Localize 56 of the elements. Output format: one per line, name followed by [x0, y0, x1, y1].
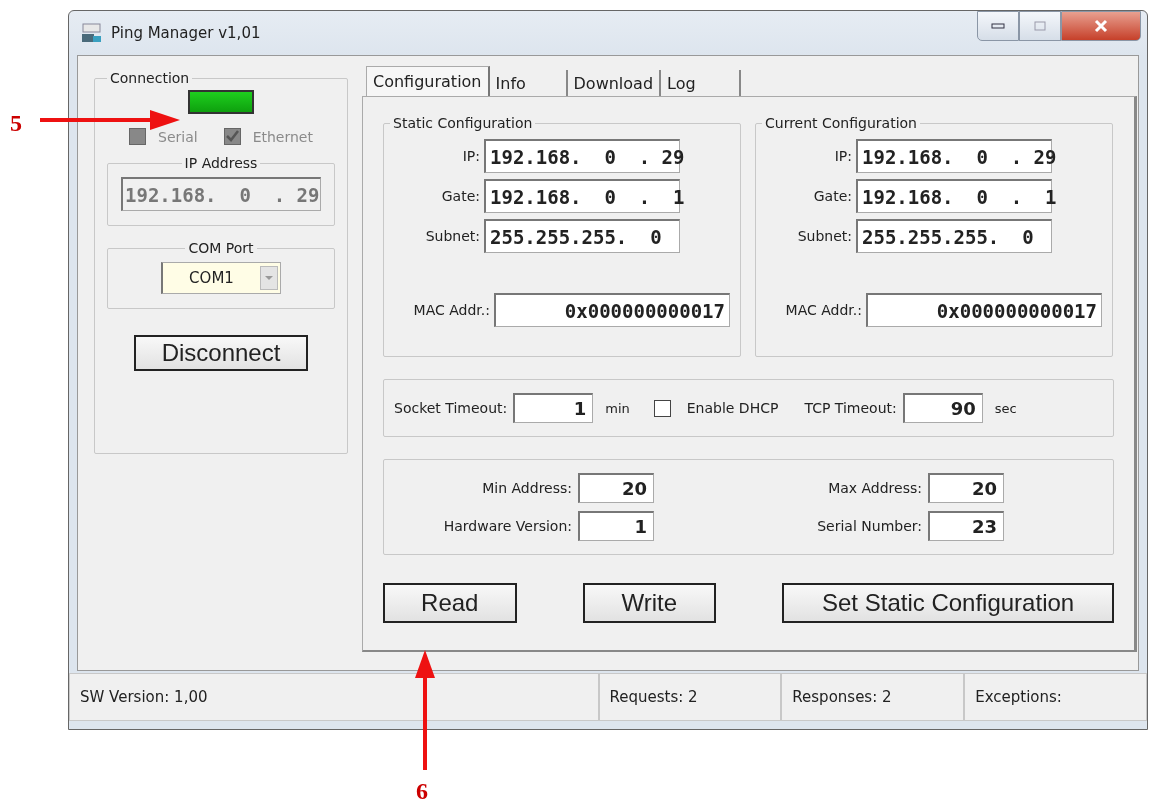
field-label: IP: — [834, 148, 852, 164]
unit-label: min — [605, 400, 630, 416]
status-bar-panel: Responses: 2 — [781, 673, 965, 721]
checkbox[interactable] — [653, 399, 671, 417]
group-title: Connection — [109, 70, 191, 86]
number-field[interactable]: 1 — [578, 511, 654, 541]
field-label: MAC Addr.: — [413, 302, 490, 318]
action-button[interactable]: Set Static Configuration — [782, 583, 1114, 623]
maximize-icon — [1034, 21, 1046, 31]
tab[interactable]: Configuration — [366, 66, 490, 96]
checkbox-label: Serial — [158, 128, 198, 145]
field-label: Gate: — [441, 188, 480, 204]
ip-address-field[interactable]: 192.168. 0 . 29 — [121, 177, 321, 211]
group-title: Static Configuration — [392, 115, 534, 131]
checkbox-label: Enable DHCP — [686, 400, 779, 416]
com-port-dropdown[interactable]: COM1 — [161, 262, 281, 294]
number-field[interactable]: 20 — [928, 473, 1004, 503]
field-label: IP: — [462, 148, 480, 164]
unit-label: sec — [994, 400, 1017, 416]
number-field[interactable]: 20 — [578, 473, 654, 503]
mac-address-field[interactable]: 0x000000000017 — [494, 293, 730, 327]
minimize-icon — [991, 23, 1005, 29]
address-field[interactable]: 255.255.255. 0 — [856, 219, 1052, 253]
field-label: Gate: — [813, 188, 852, 204]
number-field[interactable]: 23 — [928, 511, 1004, 541]
group-title: Current Configuration — [764, 115, 918, 131]
field-label: Min Address: — [482, 480, 572, 496]
callout-number: 6 — [416, 778, 428, 805]
group-title: IP Address — [183, 155, 259, 171]
field-label: Hardware Version: — [443, 518, 572, 534]
socket-timeout-field[interactable]: 1 — [513, 393, 594, 423]
minimize-button[interactable] — [977, 11, 1019, 41]
action-button[interactable]: Read — [383, 583, 517, 623]
disconnect-button[interactable]: Disconnect — [134, 335, 308, 371]
field-label: Socket Timeout: — [394, 400, 508, 416]
status-bar-panel: Requests: 2 — [598, 673, 782, 721]
checkbox-label: Ethernet — [252, 128, 313, 145]
close-button[interactable] — [1061, 11, 1141, 41]
field-label: MAC Addr.: — [785, 302, 862, 318]
field-label: Subnet: — [797, 228, 852, 244]
tcp-timeout-field[interactable]: 90 — [902, 393, 983, 423]
field-label: Max Address: — [828, 480, 922, 496]
field-label: Serial Number: — [817, 518, 922, 534]
field-label: Subnet: — [425, 228, 480, 244]
app-icon — [81, 23, 103, 43]
callout-number: 5 — [10, 110, 22, 137]
mac-address-field[interactable]: 0x000000000017 — [866, 293, 1102, 327]
field-label: TCP Timeout: — [804, 400, 897, 416]
close-icon — [1093, 19, 1109, 33]
address-field[interactable]: 255.255.255. 0 — [484, 219, 680, 253]
group-title: COM Port — [187, 240, 255, 256]
status-bar-panel: Exceptions: — [964, 673, 1147, 721]
window-title: Ping Manager v1,01 — [111, 24, 261, 42]
status-bar-panel: SW Version: 1,00 — [69, 673, 599, 721]
maximize-button[interactable] — [1019, 11, 1061, 41]
action-button[interactable]: Write — [582, 583, 717, 623]
